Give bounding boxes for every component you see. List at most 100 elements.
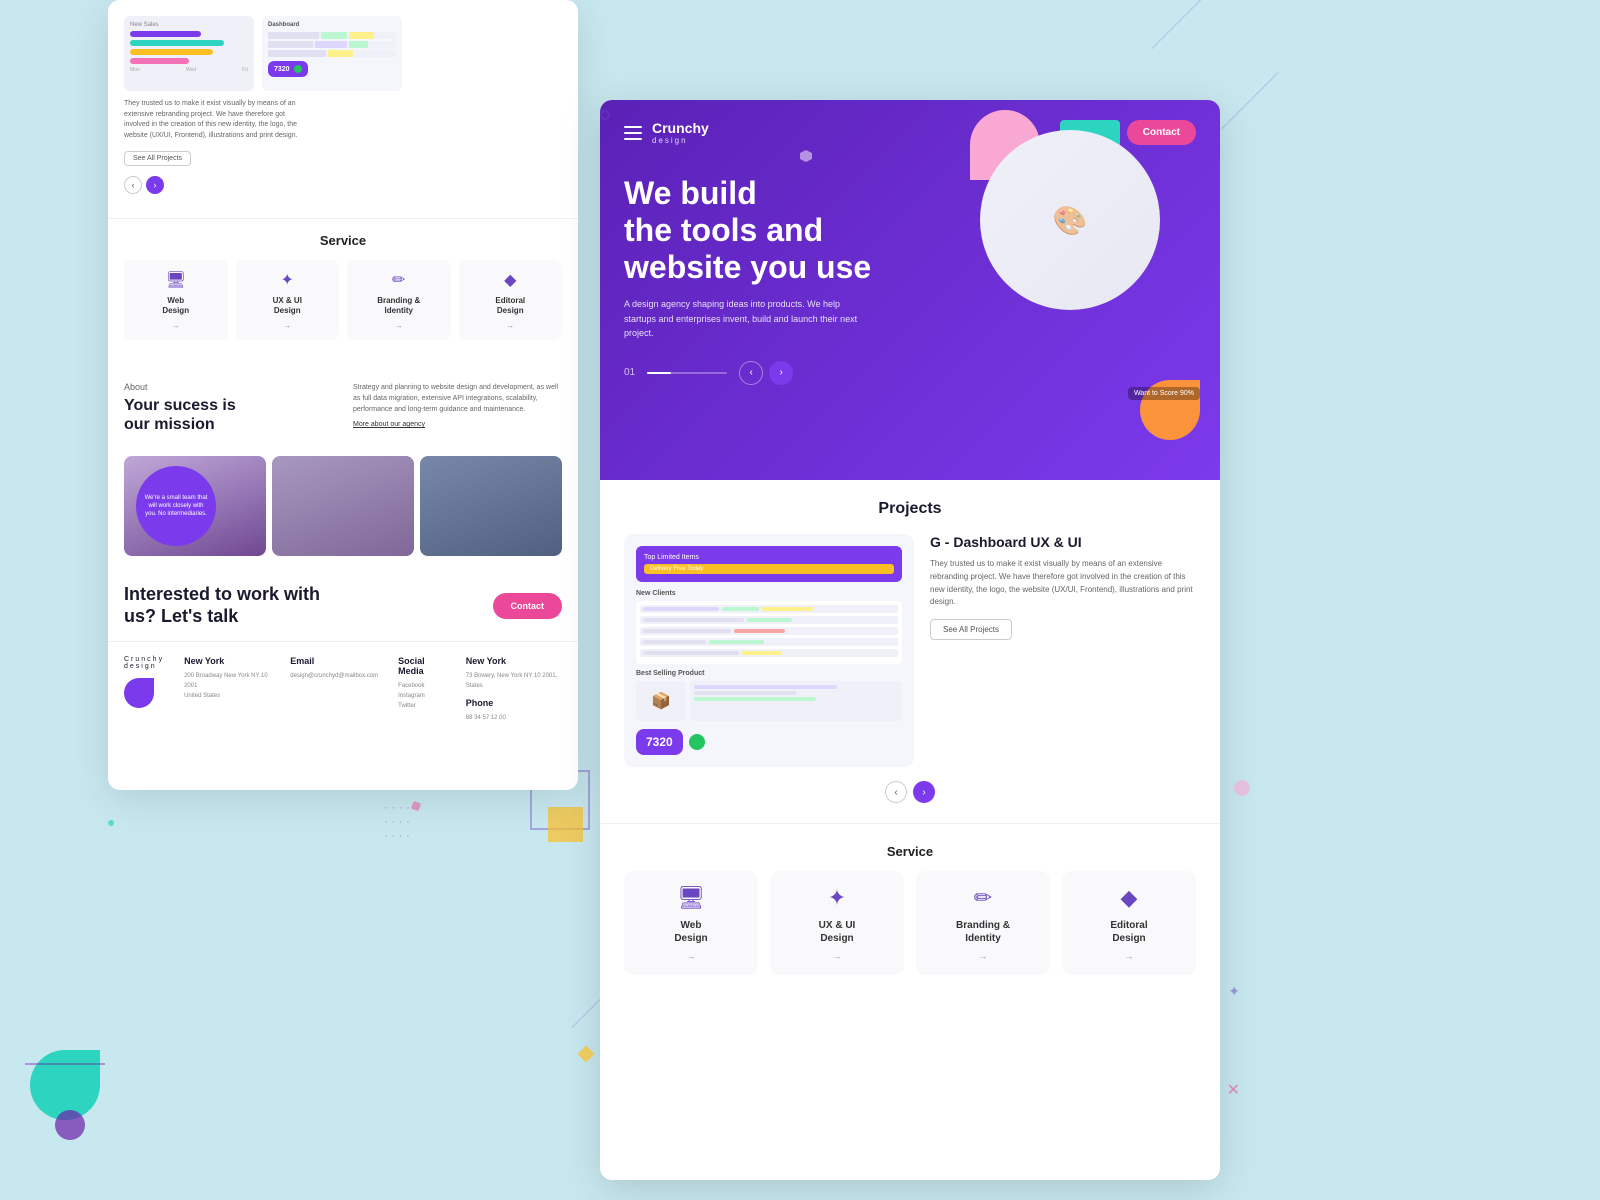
projects-prev-arrow[interactable]: ‹ (885, 781, 907, 803)
projects-section-title: Projects (624, 500, 1196, 518)
service-section-title-right: Service (624, 844, 1196, 859)
right-editorial-name: EditoralDesign (1072, 919, 1186, 945)
stat-green-dot (689, 734, 705, 750)
cta-title-left: Interested to work withus? Let's talk (124, 584, 320, 627)
table-row-1 (640, 605, 898, 613)
projects-next-arrow[interactable]: › (913, 781, 935, 803)
right-hero-section: 🎨 Want to Score 90% Crunchy design Conta… (600, 100, 1220, 480)
ux-design-icon-left: ✦ (244, 270, 332, 290)
about-left-col: About Your sucess isour mission (124, 382, 333, 442)
left-service-section: Service 🖥 WebDesign → ✦ UX & UIDesign → … (108, 218, 578, 368)
team-circle-overlay: We're a small team that will work closel… (136, 466, 216, 546)
about-label-left: About (124, 382, 333, 392)
yellow-diamond-deco (578, 1046, 595, 1063)
product-cards-mini: 📦 (636, 681, 902, 721)
web-design-icon-left: 🖥 (132, 270, 220, 290)
see-all-projects-btn-left[interactable]: See All Projects (124, 151, 191, 166)
web-design-arrow-left: → (132, 321, 220, 330)
nav-contact-button[interactable]: Contact (1127, 120, 1196, 145)
right-website-card: 🎨 Want to Score 90% Crunchy design Conta… (600, 100, 1220, 1180)
left-about-section: About Your sucess isour mission Strategy… (108, 368, 578, 456)
footer-col-social: Social Media FacebookInstagramTwitter (398, 656, 446, 723)
right-service-ux[interactable]: ✦ UX & UIDesign → (770, 871, 904, 975)
editorial-icon-left: ◆ (467, 270, 555, 290)
square-fill-deco (548, 807, 583, 842)
hero-next-arrow[interactable]: › (769, 361, 793, 385)
service-card-editorial-left[interactable]: ◆ EditoralDesign → (459, 260, 563, 340)
right-service-web[interactable]: 🖥 WebDesign → (624, 871, 758, 975)
service-card-ux-left[interactable]: ✦ UX & UIDesign → (236, 260, 340, 340)
footer-ny-address-2: 73 Bowery, New York NY 10 2001, States (466, 672, 562, 691)
small-circle-outline-deco (600, 110, 610, 120)
contact-button-left[interactable]: Contact (493, 593, 563, 619)
about-right-col: Strategy and planning to website design … (353, 382, 562, 442)
left-cta-section: Interested to work withus? Let's talk Co… (108, 570, 578, 641)
projects-nav-arrows: ‹ › (624, 781, 1196, 803)
diag-line-3 (1221, 72, 1278, 129)
dash-header: Top Limited Items Delivery Free Today (636, 546, 902, 582)
right-service-brand[interactable]: ✏ Branding &Identity → (916, 871, 1050, 975)
stat-row: 7320 (636, 729, 902, 755)
left-footer: Crunchy design New York 200 Broadway New… (108, 641, 578, 737)
right-brand-name: Branding &Identity (926, 919, 1040, 945)
left-website-card: New Sales Mon Wed Fri Dashboard (108, 0, 578, 790)
brand-arrow-left: → (355, 321, 443, 330)
footer-email-heading: Email (290, 656, 378, 666)
diag-line-1 (1151, 0, 1208, 49)
table-row-3 (640, 627, 898, 635)
service-card-brand-left[interactable]: ✏ Branding &Identity → (347, 260, 451, 340)
table-row-2 (640, 616, 898, 624)
teal-shape-deco (30, 1050, 100, 1120)
more-about-link-left[interactable]: More about our agency (353, 421, 562, 428)
right-web-icon: 🖥 (634, 885, 748, 911)
brand-icon-left: ✏ (355, 270, 443, 290)
pink-dot-deco (1234, 780, 1250, 796)
prev-arrow-left[interactable]: ‹ (124, 176, 142, 194)
footer-logo-deco (124, 678, 154, 708)
project-name: G - Dashboard UX & UI (930, 534, 1196, 550)
right-ux-icon: ✦ (780, 885, 894, 911)
hero-hex-deco (800, 150, 812, 162)
editorial-name-left: EditoralDesign (467, 296, 555, 317)
stat-number-badge: 7320 (636, 729, 683, 755)
right-editorial-icon: ◆ (1072, 885, 1186, 911)
table-row-5 (640, 649, 898, 657)
footer-phone-value: 88 34 57 12 00 (466, 714, 562, 724)
left-nav-arrows: ‹ › (124, 176, 562, 194)
delivery-badge: Delivery Free Today (644, 564, 894, 574)
see-all-projects-btn-right[interactable]: See All Projects (930, 619, 1012, 640)
footer-social-links: FacebookInstagramTwitter (398, 682, 446, 711)
right-brand-icon: ✏ (926, 885, 1040, 911)
hero-progress-line (647, 372, 727, 374)
ux-design-name-left: UX & UIDesign (244, 296, 332, 317)
footer-col-email: Email design@crunchyd@mailbox.com (290, 656, 378, 723)
service-section-title-left: Service (124, 233, 562, 248)
star-deco-2: ✦ (1228, 983, 1240, 1000)
hero-prev-arrow[interactable]: ‹ (739, 361, 763, 385)
circle-text: We're a small team that will work closel… (136, 486, 216, 527)
right-service-editorial[interactable]: ◆ EditoralDesign → (1062, 871, 1196, 975)
service-card-web-left[interactable]: 🖥 WebDesign → (124, 260, 228, 340)
score-badge: Want to Score 90% (1128, 387, 1200, 400)
footer-ny-heading-2: New York (466, 656, 562, 666)
project-dashboard-preview: Top Limited Items Delivery Free Today Ne… (624, 534, 914, 767)
footer-social-heading: Social Media (398, 656, 446, 676)
right-brand-name: Crunchy (652, 120, 709, 136)
about-body-left: Strategy and planning to website design … (353, 382, 562, 416)
hero-slide-number: 01 (624, 367, 635, 378)
footer-logo: Crunchy design (124, 656, 164, 670)
hero-progress-fill (647, 372, 671, 374)
right-service-section: Service 🖥 WebDesign → ✦ UX & UIDesign → … (600, 823, 1220, 995)
right-brand-sub: design (652, 136, 709, 145)
small-dot-deco (108, 820, 114, 826)
deco-cross: ✕ (1227, 1080, 1240, 1100)
about-title-left: Your sucess isour mission (124, 396, 333, 434)
hamburger-menu[interactable] (624, 126, 642, 140)
project-desc: They trusted us to make it exist visuall… (930, 558, 1196, 609)
table-row-4 (640, 638, 898, 646)
next-arrow-left[interactable]: › (146, 176, 164, 194)
footer-logo-col: Crunchy design (124, 656, 164, 723)
left-dashboard-preview: New Sales Mon Wed Fri Dashboard (108, 0, 578, 218)
line-deco (25, 1063, 105, 1065)
dash-top-label: Top Limited Items (644, 554, 894, 561)
